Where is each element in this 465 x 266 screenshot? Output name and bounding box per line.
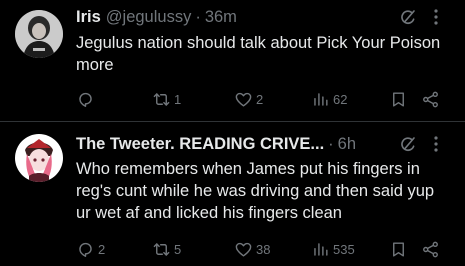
timestamp[interactable]: 36m — [205, 8, 237, 27]
repost-icon — [153, 92, 170, 106]
more-icon[interactable] — [429, 8, 443, 31]
display-name[interactable]: Iris — [76, 8, 101, 27]
views-icon — [314, 92, 328, 106]
reply-button[interactable] — [76, 89, 98, 109]
grok-icon[interactable] — [399, 8, 417, 31]
repost-button[interactable]: 1 — [152, 89, 181, 109]
view-count: 62 — [333, 91, 348, 107]
share-icon — [423, 91, 438, 107]
separator: · — [195, 7, 201, 26]
post-text: Jegulus nation should talk about Pick Yo… — [76, 34, 441, 74]
display-name[interactable]: The Tweeter. READING CRIVE... — [76, 135, 324, 154]
post-text: Who remembers when James put his fingers… — [76, 160, 435, 222]
share-button[interactable] — [421, 89, 440, 109]
post-header: The Tweeter. READING CRIVE... · 6h — [76, 133, 455, 155]
more-icon[interactable] — [429, 135, 443, 158]
bookmark-icon — [393, 91, 404, 107]
like-button[interactable]: 2 — [234, 89, 263, 109]
timestamp[interactable]: 6h — [338, 135, 356, 154]
timeline-feed: Iris @jegulussy · 36m Jegulus nation sho… — [0, 0, 465, 266]
views-button[interactable]: 62 — [311, 89, 347, 109]
post[interactable]: The Tweeter. READING CRIVE... · 6h Who r… — [0, 122, 465, 266]
avatar[interactable] — [15, 10, 63, 58]
separator: · — [328, 134, 334, 153]
like-count: 2 — [256, 91, 264, 107]
repost-count: 1 — [174, 91, 182, 107]
avatar[interactable] — [15, 134, 63, 182]
like-icon — [235, 92, 252, 107]
grok-icon[interactable] — [399, 135, 417, 158]
post[interactable]: Iris @jegulussy · 36m Jegulus nation sho… — [0, 0, 465, 121]
handle[interactable]: @jegulussy — [106, 8, 192, 27]
bookmark-button[interactable] — [389, 89, 408, 109]
reply-icon — [79, 92, 92, 107]
action-bar: 1 2 62 — [76, 89, 451, 109]
post-header: Iris @jegulussy · 36m — [76, 6, 455, 28]
